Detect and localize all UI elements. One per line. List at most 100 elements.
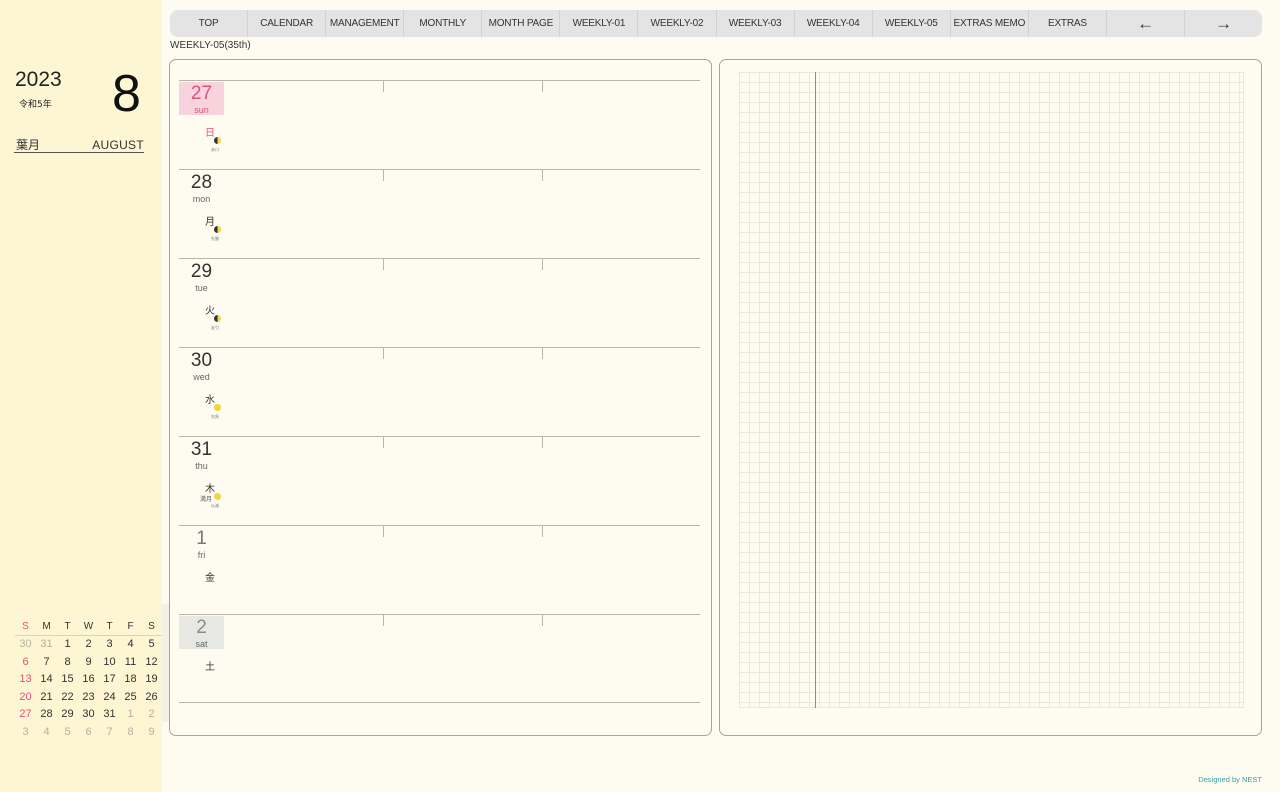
time-tick [542,348,543,359]
date-box[interactable]: 2 sat [179,616,224,649]
nav-item-weekly-04[interactable]: WEEKLY-04 [795,10,873,37]
credit-text: Designed by NEST [1198,775,1262,784]
mini-calendar-day[interactable]: 11 [120,656,141,668]
day-row[interactable]: 2 sat 土 [179,614,700,703]
mini-calendar-day[interactable]: 2 [141,708,162,720]
mini-calendar-week: 13 14 15 16 17 18 19 [15,671,163,689]
moon-note: 満月 [200,496,213,503]
mini-calendar-day[interactable]: 3 [99,638,120,650]
month-name-en: AUGUST [92,138,144,152]
date-box[interactable]: 30 wed [179,349,224,382]
nav-item-calendar[interactable]: CALENDAR [248,10,327,37]
weekday-header: F [127,620,134,632]
mini-calendar-day[interactable]: 1 [120,708,141,720]
mini-calendar-day[interactable]: 19 [141,673,162,685]
grid-margin-line [815,72,816,708]
nav-item-monthly[interactable]: MONTHLY [404,10,483,37]
prev-arrow-icon[interactable]: ← [1107,10,1186,37]
mini-calendar-day[interactable]: 9 [78,656,99,668]
date-box[interactable]: 1 fri [179,527,224,560]
nav-item-month-page[interactable]: MONTH PAGE [482,10,561,37]
mini-calendar-day[interactable]: 15 [57,673,78,685]
day-row[interactable]: 27 sun 日赤口 [179,80,700,169]
nav-item-weekly-01[interactable]: WEEKLY-01 [560,10,639,37]
mini-calendar-header: S M TWT F S [15,618,163,636]
year-label: 2023 [15,68,62,91]
mini-calendar-day[interactable]: 21 [36,691,57,703]
mini-calendar: S M T W T F S 30 31 1 2 3 4 5 6 7 8 9 10 11 12 13 14 15 16 17 18 19… [15,604,173,741]
mini-calendar-day[interactable]: 30 [78,708,99,720]
mini-calendar-day[interactable]: 17 [99,673,120,685]
mini-calendar-day[interactable]: 7 [36,656,57,668]
mini-calendar-day[interactable]: 25 [120,691,141,703]
mini-calendar-day[interactable]: 3 [15,726,36,738]
weekday-header: W [83,620,94,632]
date-box[interactable]: 31 thu [179,438,224,471]
mini-calendar-day[interactable]: 28 [36,708,57,720]
rokuyo-label: 仏滅 [211,503,219,508]
month-number: 8 [112,65,141,123]
mini-calendar-day[interactable]: 20 [15,691,36,703]
day-of-week: thu [195,461,208,471]
mini-calendar-day[interactable]: 29 [57,708,78,720]
rokuyo-label: 友引 [211,325,219,330]
mini-calendar-day[interactable]: 9 [141,726,162,738]
mini-calendar-day[interactable]: 5 [141,638,162,650]
weekday-header: M [42,620,51,632]
mini-calendar-day[interactable]: 8 [120,726,141,738]
mini-calendar-day[interactable]: 24 [99,691,120,703]
mini-calendar-week: 27 28 29 30 31 1 2 [15,706,163,724]
mini-calendar-day[interactable]: 4 [120,638,141,650]
month-name-row: 葉月 AUGUST [14,136,144,153]
nav-item-management[interactable]: MANAGEMENT [326,10,405,37]
mini-calendar-day[interactable]: 5 [57,726,78,738]
mini-calendar-day[interactable]: 8 [57,656,78,668]
time-tick [383,170,384,181]
day-row[interactable]: 29 tue 火友引 [179,258,700,347]
mini-calendar-day[interactable]: 7 [99,726,120,738]
half-moon-icon [214,226,221,233]
day-of-week: mon [192,194,211,204]
mini-calendar-day[interactable]: 12 [141,656,162,668]
mini-calendar-day[interactable]: 26 [141,691,162,703]
weekday-header: S [22,620,29,632]
nav-item-weekly-02[interactable]: WEEKLY-02 [638,10,717,37]
date-box[interactable]: 29 tue [179,260,224,293]
mini-calendar-day[interactable]: 10 [99,656,120,668]
mini-calendar-day[interactable]: 16 [78,673,99,685]
day-row[interactable]: 28 mon 月先勝 [179,169,700,258]
day-kanji: 土 [205,662,215,673]
day-row[interactable]: 31 thu 木仏滅 満月 [179,436,700,525]
nav-item-extras-memo[interactable]: EXTRAS MEMO [951,10,1029,37]
mini-calendar-day[interactable]: 30 [15,638,36,650]
nav-item-top[interactable]: TOP [170,10,249,37]
mini-calendar-day[interactable]: 4 [36,726,57,738]
mini-calendar-day[interactable]: 31 [36,638,57,650]
date-box[interactable]: 27 sun [179,82,224,115]
weekly-schedule-panel: 27 sun 日赤口 28 mon 月先勝 29 tue 火友引 30 wed 水先負 31 thu 木仏滅… [169,59,712,736]
day-row[interactable]: 30 wed 水先負 [179,347,700,436]
day-row[interactable]: 1 fri 金 [179,525,700,614]
mini-calendar-day[interactable]: 27 [15,708,36,720]
mini-calendar-day[interactable]: 18 [120,673,141,685]
mini-calendar-day[interactable]: 6 [15,656,36,668]
nav-item-weekly-05[interactable]: WEEKLY-05 [873,10,951,37]
mini-calendar-day[interactable]: 6 [78,726,99,738]
mini-calendar-day[interactable]: 14 [36,673,57,685]
date-box[interactable]: 28 mon [179,171,224,204]
next-arrow-icon[interactable]: → [1185,10,1262,37]
day-kanji: 日 [205,128,215,139]
era-label: 令和5年 [19,100,52,110]
mini-calendar-week: 3456789 [15,723,163,741]
mini-calendar-day[interactable]: 13 [15,673,36,685]
mini-calendar-day[interactable]: 23 [78,691,99,703]
mini-calendar-day[interactable]: 1 [57,638,78,650]
mini-calendar-day[interactable]: 31 [99,708,120,720]
notes-grid-panel[interactable] [719,59,1262,736]
nav-item-extras[interactable]: EXTRAS [1029,10,1107,37]
day-kanji: 金 [205,573,215,584]
time-tick [542,437,543,448]
mini-calendar-day[interactable]: 22 [57,691,78,703]
mini-calendar-day[interactable]: 2 [78,638,99,650]
nav-item-weekly-03[interactable]: WEEKLY-03 [717,10,795,37]
